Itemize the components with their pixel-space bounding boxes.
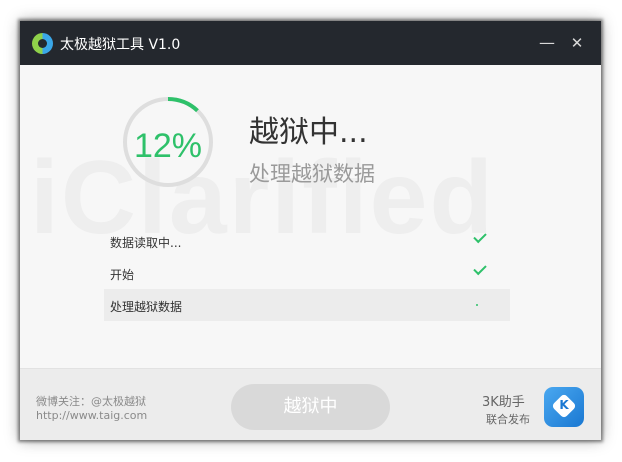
step-label: 开始 <box>110 268 135 282</box>
status-title: 越狱中... <box>249 115 368 150</box>
jailbreak-button[interactable]: 越狱中 <box>231 384 390 430</box>
weibo-follow-text: 微博关注：@太极越狱 <box>36 395 146 408</box>
step-label: 数据读取中... <box>110 236 182 250</box>
status-subtitle: 处理越狱数据 <box>249 162 375 186</box>
website-link[interactable]: http://www.taig.com <box>36 409 147 422</box>
minimize-icon[interactable]: — <box>535 31 559 55</box>
step-row-read-data: 数据读取中... <box>104 225 510 257</box>
step-row-start: 开始 <box>104 257 510 289</box>
footer: 微博关注：@太极越狱 http://www.taig.com 越狱中 3K助手 … <box>20 368 601 440</box>
3k-assistant-icon[interactable]: K <box>544 387 584 427</box>
window-title: 太极越狱工具 V1.0 <box>60 37 181 53</box>
step-label: 处理越狱数据 <box>110 300 183 314</box>
title-bar: 太极越狱工具 V1.0 — ✕ <box>20 21 601 65</box>
partner-subtitle: 联合发布 <box>486 413 530 426</box>
spinner-icon <box>476 304 478 306</box>
check-icon <box>473 229 487 244</box>
jailbreak-window: 太极越狱工具 V1.0 — ✕ iClarified 12% 越狱中... 处理… <box>20 21 601 440</box>
step-row-process-data: 处理越狱数据 <box>104 289 510 321</box>
step-list: 数据读取中... 开始 处理越狱数据 <box>104 225 510 321</box>
progress-percent: 12% <box>133 127 203 165</box>
3k-logo-glyph: K <box>559 398 569 412</box>
partner-name: 3K助手 <box>482 395 525 410</box>
close-icon[interactable]: ✕ <box>565 31 589 55</box>
taig-logo-icon <box>32 33 53 54</box>
check-icon <box>473 261 487 276</box>
